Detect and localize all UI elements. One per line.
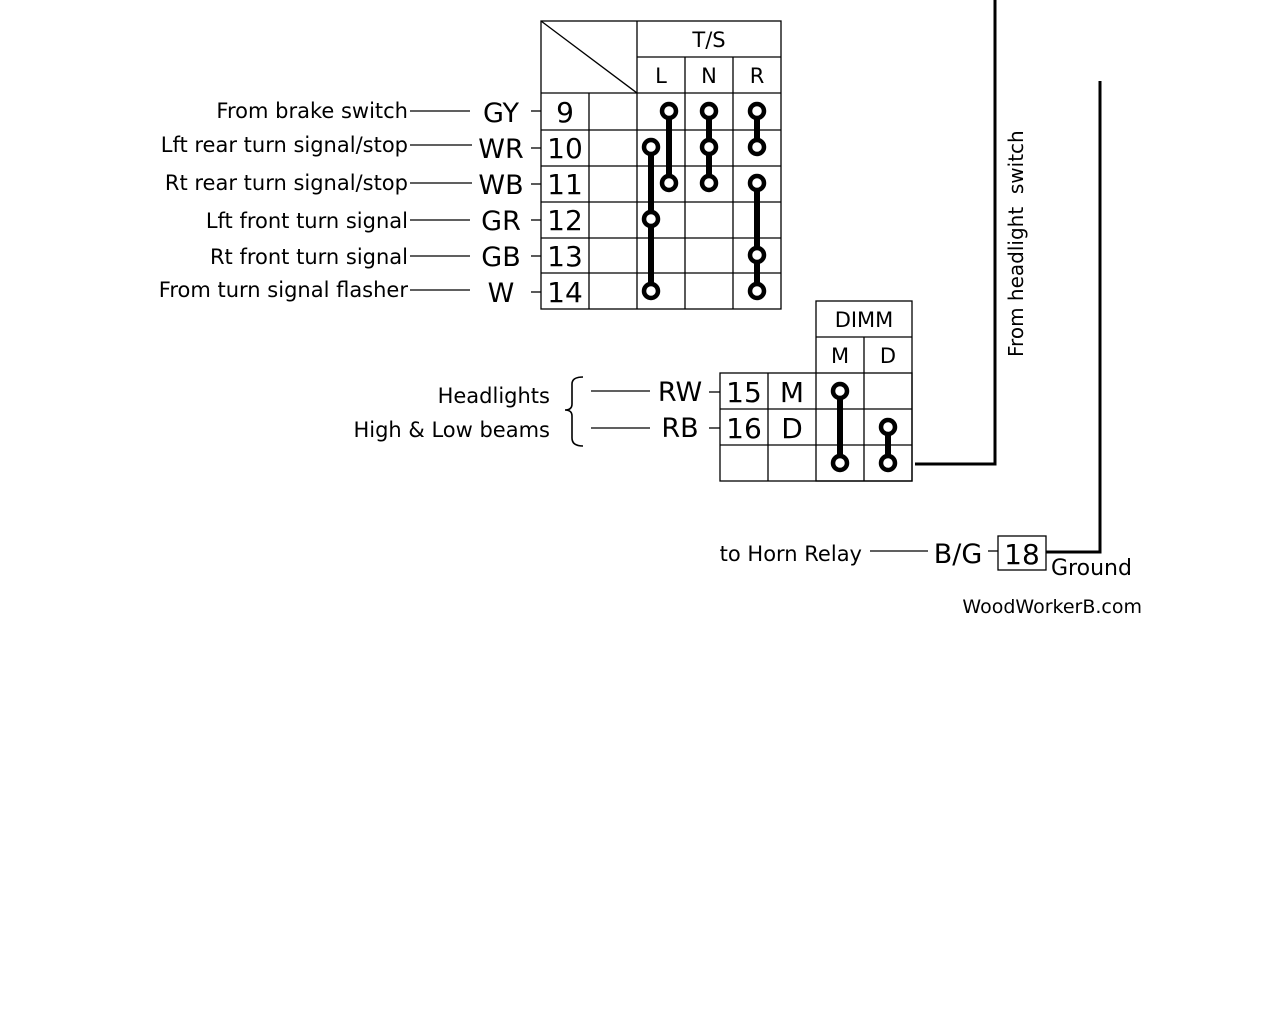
ts-pin: 14 — [547, 276, 583, 309]
horn-circuit: to Horn Relay B/G 18 Ground WoodWorkerB.… — [720, 81, 1142, 618]
dimm-header: DIMM — [835, 308, 894, 332]
contact-dot — [659, 173, 679, 193]
ts-connections — [641, 101, 767, 301]
credit-label: WoodWorkerB.com — [962, 596, 1142, 618]
dimm-pos: D — [781, 412, 803, 445]
ts-column-n: N — [701, 64, 717, 88]
ts-row-label: From turn signal flasher — [159, 278, 409, 302]
horn-pin: 18 — [1004, 538, 1040, 571]
dimm-group-label: High & Low beams — [353, 418, 550, 442]
ts-column-r: R — [750, 64, 765, 88]
dimm-pin: 16 — [726, 412, 762, 445]
contact-dot — [878, 417, 898, 437]
dimmer-table: DIMM M D 15 16 M D RW RB Headlights High… — [353, 300, 913, 482]
ts-row-label: Rt front turn signal — [210, 245, 408, 269]
contact-dot — [830, 381, 850, 401]
contact-dot — [699, 101, 719, 121]
ts-row-label: Rt rear turn signal/stop — [165, 171, 408, 195]
ts-wire-code: W — [488, 278, 515, 309]
dimm-group-label: Headlights — [438, 384, 550, 408]
dimm-column-m: M — [831, 344, 849, 368]
contact-dot — [641, 209, 661, 229]
ts-header: T/S — [691, 28, 725, 52]
contact-dot — [747, 281, 767, 301]
dimm-pin: 15 — [726, 376, 762, 409]
contact-dot — [747, 245, 767, 265]
switch-wiring-diagram: T/S L N R 9 10 11 12 13 14 GY WR WB GR G… — [159, 0, 1142, 618]
ts-row-label: Lft front turn signal — [206, 209, 408, 233]
dimm-column-d: D — [880, 344, 896, 368]
contact-dot — [641, 281, 661, 301]
dimm-wire-code: RW — [658, 377, 702, 408]
contact-dot — [699, 137, 719, 157]
ts-pin: 9 — [556, 96, 574, 129]
ts-pin: 10 — [547, 132, 583, 165]
ts-corner-diagonal — [540, 20, 638, 94]
ts-pin: 13 — [547, 240, 583, 273]
ground-label: Ground — [1051, 556, 1132, 581]
ts-pin: 12 — [547, 204, 583, 237]
headlight-feed-label: From headlight switch — [1004, 130, 1028, 357]
ground-wire — [1046, 81, 1102, 554]
turn-signal-table: T/S L N R 9 10 11 12 13 14 GY WR WB GR G… — [159, 20, 782, 310]
ts-wire-code: GR — [481, 206, 521, 237]
ts-wire-code: WB — [478, 170, 523, 201]
ts-row-label: Lft rear turn signal/stop — [161, 133, 408, 157]
ts-wire-code: GY — [483, 98, 520, 129]
contact-dot — [747, 137, 767, 157]
headlight-feed-wire — [915, 0, 997, 466]
dimm-pos: M — [780, 376, 804, 409]
curly-brace — [564, 376, 584, 447]
contact-dot — [830, 453, 850, 473]
contact-dot — [641, 137, 661, 157]
ts-row-label: From brake switch — [216, 99, 408, 123]
ts-wire-code: GB — [481, 242, 520, 273]
contact-dot — [878, 453, 898, 473]
dimm-wire-code: RB — [661, 413, 698, 444]
contact-dot — [699, 173, 719, 193]
contact-dot — [747, 101, 767, 121]
contact-dot — [747, 173, 767, 193]
ts-column-l: L — [655, 64, 667, 88]
horn-wire-code: B/G — [934, 539, 983, 570]
ts-wire-code: WR — [478, 134, 523, 165]
ts-pin: 11 — [547, 168, 583, 201]
contact-dot — [659, 101, 679, 121]
horn-relay-label: to Horn Relay — [720, 542, 862, 566]
